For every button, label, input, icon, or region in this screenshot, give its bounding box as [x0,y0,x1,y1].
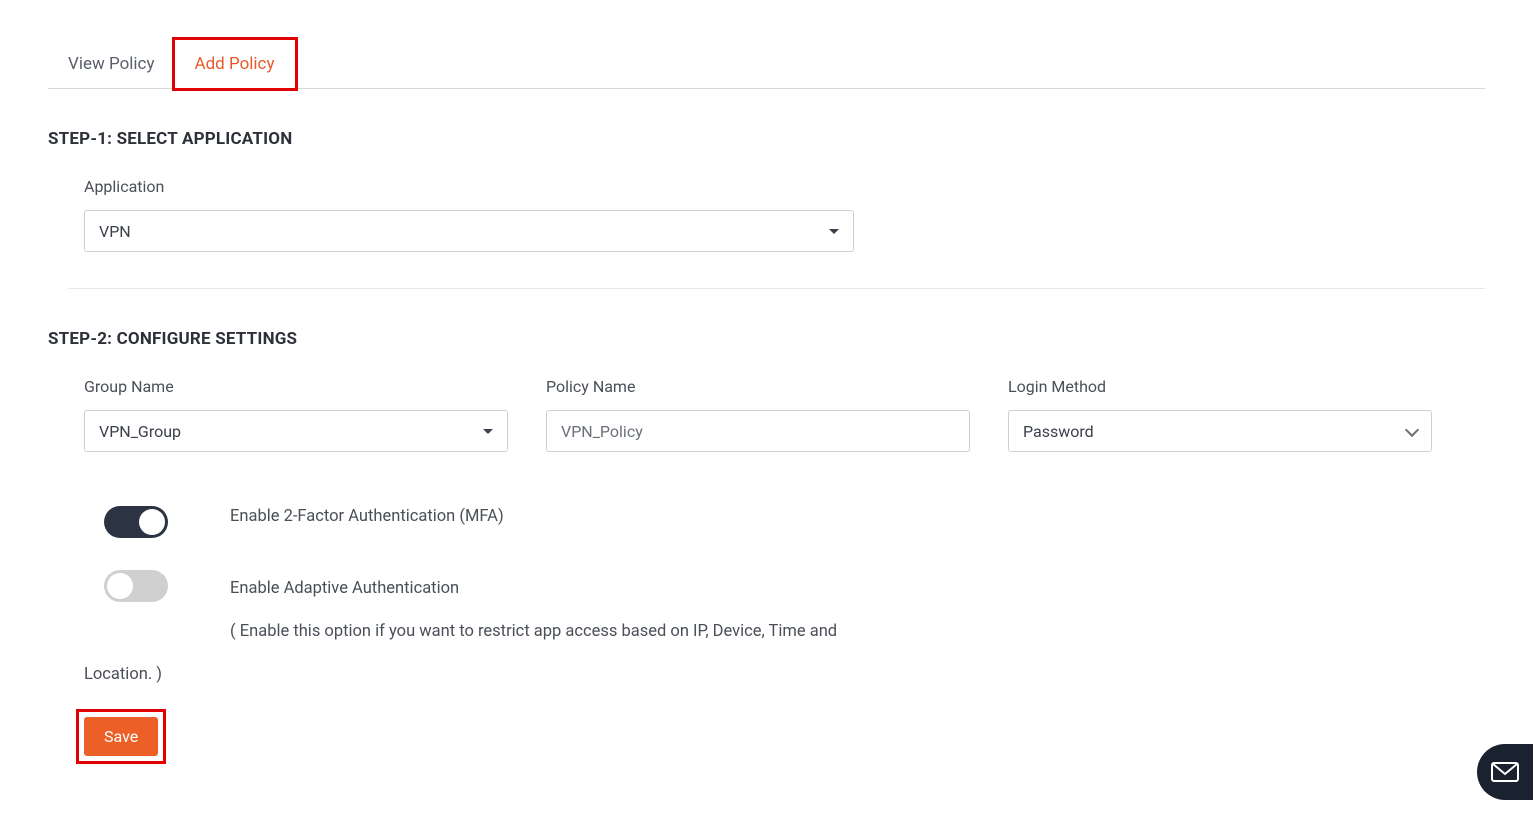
adaptive-description-line2: Location. ) [84,654,1485,697]
policy-name-input[interactable] [546,410,970,452]
adaptive-toggle-label: Enable Adaptive Authentication [230,568,837,611]
tab-add-policy[interactable]: Add Policy [175,40,295,88]
caret-down-icon [829,229,839,234]
application-dropdown[interactable]: VPN [84,210,854,252]
chevron-down-icon [1405,425,1417,437]
application-label: Application [84,177,1485,196]
adaptive-description-line1: ( Enable this option if you want to rest… [230,611,837,654]
tab-view-policy[interactable]: View Policy [48,40,175,88]
step1-heading: STEP-1: SELECT APPLICATION [48,129,1485,149]
divider [68,288,1485,289]
toggle-knob [139,509,165,535]
dropdown-value: Password [1023,422,1094,441]
mfa-toggle-label: Enable 2-Factor Authentication (MFA) [230,504,504,530]
dropdown-value: VPN_Group [99,422,181,441]
login-method-dropdown[interactable]: Password [1008,410,1432,452]
mail-icon [1491,762,1519,782]
step2-heading: STEP-2: CONFIGURE SETTINGS [48,329,1485,349]
adaptive-toggle[interactable] [104,570,168,602]
chat-widget-button[interactable] [1477,744,1533,800]
login-method-label: Login Method [1008,377,1432,396]
save-button[interactable]: Save [84,717,158,756]
mfa-toggle[interactable] [104,506,168,538]
group-name-dropdown[interactable]: VPN_Group [84,410,508,452]
tab-label: Add Policy [195,54,275,74]
tab-label: View Policy [68,54,155,74]
policy-name-label: Policy Name [546,377,970,396]
save-button-label: Save [104,727,138,746]
tabs: View Policy Add Policy [48,40,1485,89]
dropdown-value: VPN [99,222,131,241]
toggle-knob [107,573,133,599]
caret-down-icon [483,429,493,434]
group-name-label: Group Name [84,377,508,396]
